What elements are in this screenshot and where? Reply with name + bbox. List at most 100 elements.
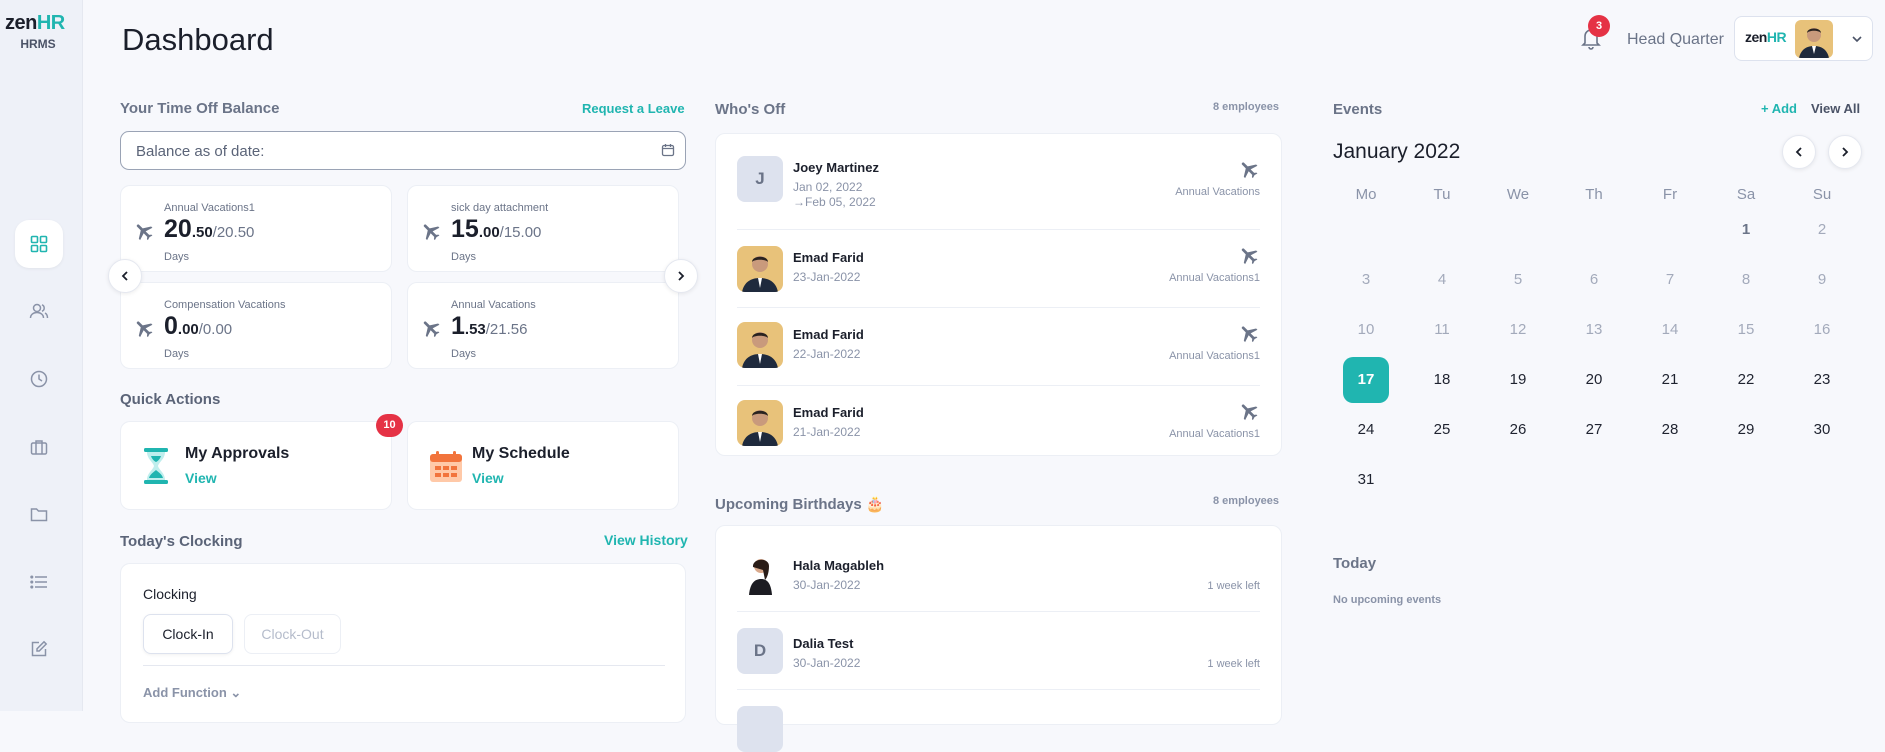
chevron-down-icon: ⌄ [230,685,242,700]
calendar-day[interactable]: 9 [1799,257,1845,303]
balance-card[interactable]: Annual Vacations 1.53/21.56 Days [407,282,679,369]
hourglass-icon [144,448,168,484]
nav-edit[interactable] [15,625,63,673]
calendar-day[interactable]: 23 [1799,357,1845,403]
nav-dashboard[interactable] [15,220,63,268]
approvals-view-link[interactable]: View [185,470,217,486]
airplane-icon [423,224,440,241]
calendar-day[interactable]: 11 [1419,307,1465,353]
calendar-day[interactable]: 30 [1799,407,1845,453]
clock-out-button[interactable]: Clock-Out [244,614,341,654]
calendar-day[interactable]: 27 [1571,407,1617,453]
calendar-day[interactable]: 25 [1419,407,1465,453]
my-schedule-card[interactable]: My Schedule View [407,421,679,510]
company-logo: zenHR [1745,29,1787,45]
schedule-title: My Schedule [472,445,570,462]
calendar-day[interactable]: 24 [1343,407,1389,453]
balance-card[interactable]: Annual Vacations1 20.50/20.50 Days [120,185,392,272]
calendar-day[interactable]: 31 [1343,457,1389,503]
balance-date-input[interactable]: Balance as of date: [120,131,686,170]
calendar-day[interactable]: 6 [1571,257,1617,303]
list-item[interactable]: Emad Farid 22-Jan-2022 Annual Vacations1 [737,308,1260,386]
chevron-right-icon [1842,147,1849,157]
balance-unit: Days [164,348,190,360]
clocking-title: Today's Clocking [120,533,243,550]
balance-next-button[interactable] [664,259,698,293]
calendar-day[interactable]: 20 [1571,357,1617,403]
calendar-day[interactable]: 12 [1495,307,1541,353]
calendar-day[interactable]: 16 [1799,307,1845,353]
weekday-header: We [1506,186,1530,203]
today-title: Today [1333,555,1377,572]
list-icon [30,575,47,589]
calendar-day[interactable]: 4 [1419,257,1465,303]
calendar-day[interactable]: 22 [1723,357,1769,403]
calendar-day[interactable]: 7 [1647,257,1693,303]
schedule-view-link[interactable]: View [472,470,504,486]
calendar-day[interactable]: 26 [1495,407,1541,453]
approvals-title: My Approvals [185,445,290,462]
calendar-day[interactable]: 2 [1799,207,1845,253]
weekday-header: Sa [1736,186,1756,203]
calendar-day[interactable]: 14 [1647,307,1693,353]
list-item[interactable]: Hala Magableh 30-Jan-2022 1 week left [737,526,1260,612]
hrms-label: HRMS [20,37,56,51]
view-history-link[interactable]: View History [604,532,688,548]
calendar-day[interactable]: 13 [1571,307,1617,353]
calendar-day[interactable]: 5 [1495,257,1541,303]
calendar-day[interactable]: 1 [1723,207,1769,253]
divider [143,665,665,666]
balance-value: 0.00/0.00 [164,312,233,340]
birthdays-count: 8 employees [1213,495,1280,507]
nav-documents[interactable] [15,490,63,538]
clock-icon [30,370,48,388]
my-approvals-card[interactable]: My Approvals View [120,421,392,510]
calendar-day[interactable]: 18 [1419,357,1465,403]
avatar: J [737,156,783,202]
calendar-day[interactable]: 29 [1723,407,1769,453]
nav-people[interactable] [15,287,63,335]
calendar-day[interactable]: 8 [1723,257,1769,303]
balance-unit: Days [451,348,477,360]
company-name: Head Quarter [1627,31,1724,48]
leave-date: 23-Jan-2022 [793,270,861,284]
calendar-day[interactable]: 19 [1495,357,1541,403]
list-item[interactable]: Emad Farid 23-Jan-2022 Annual Vacations1 [737,230,1260,308]
list-item[interactable]: Emad Farid 21-Jan-2022 Annual Vacations1 [737,386,1260,456]
clock-in-button[interactable]: Clock-In [143,614,233,654]
add-event-link[interactable]: + Add [1761,101,1797,116]
calendar-prev-button[interactable] [1782,135,1816,169]
leave-end-date: →Feb 05, 2022 [793,195,876,209]
avatar [1795,20,1833,58]
zenhr-logo[interactable]: zenHR [5,12,65,35]
request-leave-link[interactable]: Request a Leave [582,101,685,116]
chevron-right-icon [678,271,685,281]
list-item[interactable]: J Joey Martinez Jan 02, 2022 →Feb 05, 20… [737,134,1260,230]
nav-attendance[interactable] [15,355,63,403]
account-switcher[interactable]: zenHR [1734,16,1873,61]
calendar-day[interactable]: 3 [1343,257,1389,303]
events-title: Events [1333,101,1383,118]
calendar-day[interactable]: 10 [1343,307,1389,353]
calendar-day[interactable]: 15 [1723,307,1769,353]
employee-name: Joey Martinez [793,160,879,175]
calendar-next-button[interactable] [1828,135,1862,169]
avatar [737,549,783,595]
nav-jobs[interactable] [15,423,63,471]
calendar-day-today[interactable]: 17 [1343,357,1389,403]
balance-card[interactable]: Compensation Vacations 0.00/0.00 Days [120,282,392,369]
grid-icon [30,235,48,253]
calendar-day[interactable]: 21 [1647,357,1693,403]
no-events-text: No upcoming events [1333,594,1442,606]
clocking-label: Clocking [143,586,197,602]
leave-type: Annual Vacations1 [1169,428,1260,440]
calendar-day[interactable]: 28 [1647,407,1693,453]
employee-name: Emad Farid [793,327,864,342]
balance-label: Annual Vacations1 [164,202,255,214]
nav-list[interactable] [15,558,63,606]
balance-card[interactable]: sick day attachment 15.00/15.00 Days [407,185,679,272]
view-all-link[interactable]: View All [1811,101,1860,116]
balance-prev-button[interactable] [108,259,142,293]
add-function-button[interactable]: Add Function ⌄ [143,685,241,701]
list-item[interactable]: D Dalia Test 30-Jan-2022 1 week left [737,612,1260,690]
